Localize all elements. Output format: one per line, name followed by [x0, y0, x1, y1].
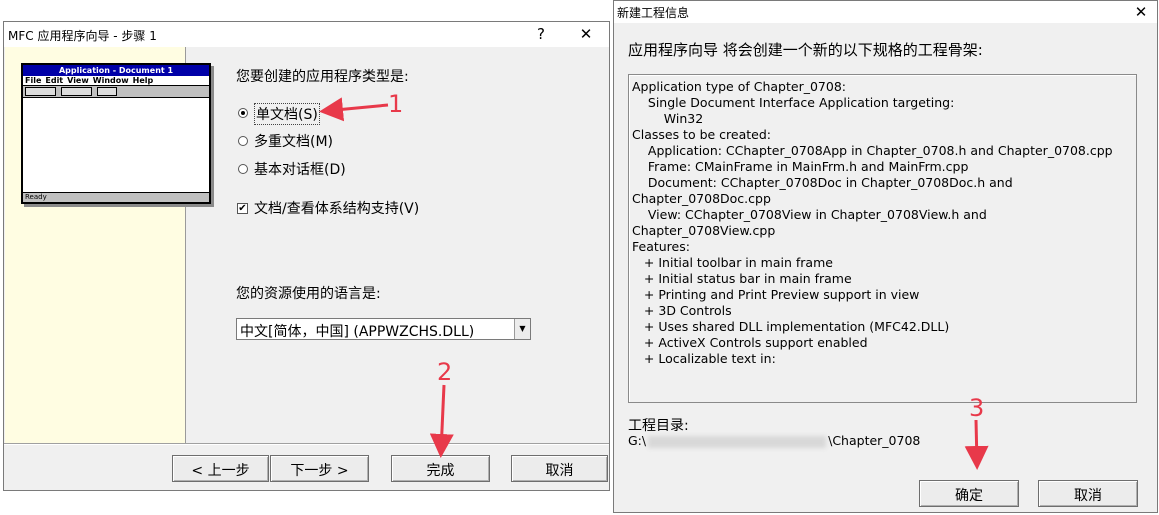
- close-button[interactable]: ✕: [571, 23, 601, 45]
- project-dir-suffix: \Chapter_0708: [828, 433, 921, 448]
- summary-line: + Printing and Print Preview support in …: [632, 287, 920, 302]
- preview-statusbar: Ready: [23, 192, 209, 202]
- summary-line: Single Document Interface Application ta…: [632, 95, 955, 110]
- info-close-button[interactable]: ✕: [1126, 1, 1156, 23]
- wizard-separator: [4, 443, 609, 445]
- project-summary: Application type of Chapter_0708: Single…: [628, 74, 1137, 403]
- radio-dialog[interactable]: [238, 164, 248, 174]
- radio-sdi-label[interactable]: 单文档(S): [254, 103, 320, 125]
- info-cancel-button[interactable]: 取消: [1038, 480, 1138, 507]
- radio-sdi[interactable]: [238, 108, 248, 118]
- next-button[interactable]: 下一步 >: [270, 455, 369, 482]
- annotation-label-2: 2: [437, 358, 453, 386]
- redacted-path: [648, 435, 827, 448]
- project-dir-label: 工程目录:: [628, 418, 689, 434]
- annotation-label-1: 1: [388, 90, 404, 118]
- language-select-value: 中文[简体，中国] (APPWZCHS.DLL): [240, 324, 475, 340]
- language-question: 您的资源使用的语言是:: [236, 286, 381, 302]
- app-type-question: 您要创建的应用程序类型是:: [236, 69, 409, 85]
- annotation-label-3: 3: [969, 394, 985, 422]
- summary-line: Application: CChapter_0708App in Chapter…: [632, 143, 1113, 158]
- summary-line: Document: CChapter_0708Doc in Chapter_07…: [632, 175, 1013, 190]
- preview-title: Application - Document 1: [58, 66, 174, 75]
- finish-button[interactable]: 完成: [391, 455, 490, 482]
- wizard-titlebar: MFC 应用程序向导 - 步骤 1 ? ✕: [4, 22, 609, 47]
- summary-line: Chapter_0708View.cpp: [632, 223, 776, 238]
- summary-line: View: CChapter_0708View in Chapter_0708V…: [632, 207, 987, 222]
- new-project-info-dialog: 新建工程信息 ✕ 应用程序向导 将会创建一个新的以下规格的工程骨架: Appli…: [613, 0, 1158, 513]
- radio-mdi[interactable]: [238, 136, 248, 146]
- summary-line: + Initial status bar in main frame: [632, 271, 852, 286]
- summary-line: Frame: CMainFrame in MainFrm.h and MainF…: [632, 159, 969, 174]
- radio-mdi-label[interactable]: 多重文档(M): [254, 131, 333, 151]
- info-title: 新建工程信息: [617, 6, 690, 20]
- help-button[interactable]: ?: [526, 23, 556, 45]
- summary-line: + Initial toolbar in main frame: [632, 255, 833, 270]
- summary-line: + ActiveX Controls support enabled: [632, 335, 868, 350]
- preview-menu-file: File: [25, 76, 42, 85]
- summary-line: Chapter_0708Doc.cpp: [632, 191, 771, 206]
- summary-line: Features:: [632, 239, 690, 254]
- summary-line: + Uses shared DLL implementation (MFC42.…: [632, 319, 950, 334]
- back-button[interactable]: < 上一步: [172, 455, 269, 482]
- preview-toolbar: [23, 86, 209, 98]
- mfc-wizard-dialog: MFC 应用程序向导 - 步骤 1 ? ✕ Application - Docu…: [3, 21, 610, 491]
- wizard-sidebar: Application - Document 1 File Edit View …: [5, 47, 211, 443]
- project-dir-path: G:\ \Chapter_0708: [628, 433, 920, 451]
- summary-line: + Localizable text in:: [632, 351, 776, 366]
- info-intro: 应用程序向导 将会创建一个新的以下规格的工程骨架:: [628, 41, 983, 59]
- ok-button[interactable]: 确定: [919, 480, 1019, 507]
- docview-label[interactable]: 文档/查看体系结构支持(V): [254, 198, 419, 218]
- project-dir-prefix: G:\: [628, 433, 647, 448]
- preview-menu-help: Help: [132, 76, 154, 85]
- preview-menu-window: Window: [92, 76, 129, 85]
- info-titlebar: 新建工程信息 ✕: [614, 1, 1157, 23]
- summary-line: Win32: [632, 111, 704, 126]
- docview-checkbox[interactable]: ✔: [237, 203, 248, 214]
- cancel-button[interactable]: 取消: [511, 455, 608, 482]
- preview-titlebar: Application - Document 1: [23, 65, 209, 76]
- language-select[interactable]: 中文[简体，中国] (APPWZCHS.DLL) ▼: [236, 318, 531, 340]
- radio-dialog-label[interactable]: 基本对话框(D): [254, 159, 346, 179]
- summary-line: Classes to be created:: [632, 127, 772, 142]
- preview-menu-edit: Edit: [45, 76, 64, 85]
- preview-menubar: File Edit View Window Help: [23, 76, 209, 86]
- chevron-down-icon[interactable]: ▼: [514, 319, 530, 339]
- app-preview: Application - Document 1 File Edit View …: [21, 63, 211, 204]
- summary-line: Application type of Chapter_0708:: [632, 79, 846, 94]
- preview-status-text: Ready: [25, 193, 47, 201]
- wizard-title: MFC 应用程序向导 - 步骤 1: [8, 29, 157, 43]
- preview-menu-view: View: [67, 76, 89, 85]
- summary-line: + 3D Controls: [632, 303, 732, 318]
